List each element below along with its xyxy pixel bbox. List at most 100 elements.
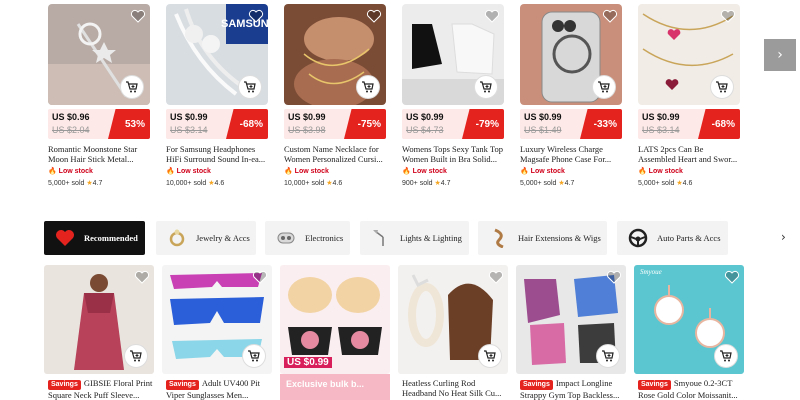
product-card[interactable]: US $0.99 US $3.98 -75% Custom Name Neckl… — [284, 4, 386, 189]
add-to-cart-button[interactable] — [124, 344, 148, 368]
tab-hair[interactable]: Hair Extensions & Wigs — [478, 221, 607, 255]
discount-badge: -68% — [226, 109, 268, 139]
price-box: US $0.99 US $3.98 -75% — [284, 109, 386, 139]
price-box: US $0.99 US $4.73 -79% — [402, 109, 504, 139]
cart-icon — [244, 81, 256, 93]
discount-badge: -75% — [344, 109, 386, 139]
product-title[interactable]: Womens Tops Sexy Tank Top Women Built in… — [402, 144, 504, 164]
stock-status: 🔥 Low stock — [402, 168, 447, 175]
product-card[interactable]: SAMSUNG US $0.99 US $3.14 -68% For Samsu… — [166, 4, 268, 189]
product-card[interactable]: US $0.99 US $1.49 -33% Luxury Wireless C… — [520, 4, 622, 189]
add-to-cart-button[interactable] — [592, 75, 616, 99]
rating: 4.7 — [440, 180, 451, 187]
add-to-cart-button[interactable] — [710, 75, 734, 99]
add-to-cart-button[interactable] — [238, 75, 262, 99]
heart-icon[interactable] — [606, 269, 622, 285]
sold-count: 10,000+ sold — [166, 180, 207, 187]
heart-icon[interactable] — [366, 8, 382, 24]
product-title[interactable]: Romantic Moonstone Star Moon Hair Stick … — [48, 144, 150, 164]
product-card[interactable]: US $0.96 US $2.04 53% Romantic Moonstone… — [48, 4, 150, 189]
page: US $0.96 US $2.04 53% Romantic Moonstone… — [0, 0, 800, 400]
stock-status: 🔥 Low stock — [638, 168, 683, 175]
product-image[interactable] — [520, 4, 622, 105]
product-image[interactable]: Smyoue — [634, 265, 744, 374]
cart-icon — [130, 350, 142, 362]
sold-count: 5,000+ sold — [48, 180, 85, 187]
fire-icon: 🔥 — [48, 168, 57, 175]
heart-icon[interactable] — [602, 8, 618, 24]
stock-status: 🔥 Low stock — [284, 168, 329, 175]
product-title[interactable]: LATS 2pcs Can Be Assembled Heart and Swo… — [638, 144, 740, 164]
product-title[interactable]: Savings GIBSIE Floral Print Square Neck P… — [44, 378, 154, 400]
product-title[interactable]: For Samsung Headphones HiFi Surround Sou… — [166, 144, 268, 164]
heart-icon[interactable] — [248, 8, 264, 24]
category-tabs: Recommended Jewelry & Accs Electronics L… — [44, 221, 800, 255]
chevron-right-icon[interactable]: › — [781, 230, 786, 244]
heart-icon[interactable] — [724, 269, 740, 285]
product-image[interactable] — [284, 4, 386, 105]
original-price: US $4.73 — [406, 125, 444, 135]
add-to-cart-button[interactable] — [478, 344, 502, 368]
product-card[interactable]: US $0.99 Exclusive bulk b... — [280, 265, 390, 400]
exclusive-banner[interactable]: Exclusive bulk b... — [280, 374, 390, 400]
add-to-cart-button[interactable] — [474, 75, 498, 99]
product-image[interactable] — [162, 265, 272, 374]
product-title[interactable]: Savings Impact Longline Strappy Gym Top B… — [516, 378, 626, 400]
add-to-cart-button[interactable] — [596, 344, 620, 368]
product-image[interactable] — [44, 265, 154, 374]
heart-icon[interactable] — [720, 8, 736, 24]
price: US $0.99 — [288, 112, 326, 122]
tab-jewelry[interactable]: Jewelry & Accs — [156, 221, 256, 255]
tab-electronics[interactable]: Electronics — [265, 221, 350, 255]
price: US $0.99 — [642, 112, 680, 122]
stock-status: 🔥 Low stock — [48, 168, 93, 175]
tab-recommended[interactable]: Recommended — [44, 221, 145, 255]
heart-icon[interactable] — [252, 269, 268, 285]
product-image[interactable] — [48, 4, 150, 105]
heart-icon[interactable] — [484, 8, 500, 24]
product-image[interactable] — [402, 4, 504, 105]
tab-label: Lights & Lighting — [400, 233, 462, 243]
product-title[interactable]: Heatless Curling Rod Headband No Heat Si… — [398, 378, 508, 400]
discount-badge: 53% — [108, 109, 150, 139]
product-card[interactable]: Savings Impact Longline Strappy Gym Top B… — [516, 265, 626, 400]
product-title[interactable]: Savings Smyoue 0.2-3CT Rose Gold Color Mo… — [634, 378, 744, 400]
fire-icon: 🔥 — [638, 168, 647, 175]
hair-icon — [488, 227, 510, 249]
lamp-icon — [370, 227, 392, 249]
product-image[interactable]: US $0.99 — [280, 265, 390, 374]
tab-auto[interactable]: Auto Parts & Accs — [617, 221, 728, 255]
product-title[interactable]: Luxury Wireless Charge Magsafe Phone Cas… — [520, 144, 622, 164]
product-card[interactable]: Savings GIBSIE Floral Print Square Neck P… — [44, 265, 154, 400]
product-image[interactable] — [516, 265, 626, 374]
price: US $0.96 — [52, 112, 90, 122]
product-image[interactable] — [398, 265, 508, 374]
heart-icon[interactable] — [130, 8, 146, 24]
original-price: US $3.14 — [170, 125, 208, 135]
tab-lights[interactable]: Lights & Lighting — [360, 221, 469, 255]
savings-badge: Savings — [48, 380, 81, 390]
product-card[interactable]: Heatless Curling Rod Headband No Heat Si… — [398, 265, 508, 400]
cart-icon — [484, 350, 496, 362]
add-to-cart-button[interactable] — [714, 344, 738, 368]
product-meta: 5,000+ sold ★4.7 — [520, 179, 622, 187]
heart-icon[interactable] — [134, 269, 150, 285]
product-card[interactable]: US $0.99 US $3.14 -68% LATS 2pcs Can Be … — [638, 4, 740, 189]
product-title[interactable]: Custom Name Necklace for Women Personali… — [284, 144, 386, 164]
product-card[interactable]: US $0.99 US $4.73 -79% Womens Tops Sexy … — [402, 4, 504, 189]
cart-icon — [602, 350, 614, 362]
product-card[interactable]: Smyoue Savings Smyoue 0.2-3CT Rose Gold C… — [634, 265, 744, 400]
earbuds-icon — [275, 227, 297, 249]
carousel-next-button[interactable]: › — [764, 39, 796, 71]
product-image[interactable]: SAMSUNG — [166, 4, 268, 105]
cart-icon — [720, 350, 732, 362]
heart-icon[interactable] — [488, 269, 504, 285]
add-to-cart-button[interactable] — [120, 75, 144, 99]
stock-status: 🔥 Low stock — [166, 168, 211, 175]
ring-icon — [166, 227, 188, 249]
add-to-cart-button[interactable] — [356, 75, 380, 99]
product-title[interactable]: Savings Adult UV400 Pit Viper Sunglasses … — [162, 378, 272, 400]
product-image[interactable] — [638, 4, 740, 105]
product-card[interactable]: Savings Adult UV400 Pit Viper Sunglasses … — [162, 265, 272, 400]
add-to-cart-button[interactable] — [242, 344, 266, 368]
